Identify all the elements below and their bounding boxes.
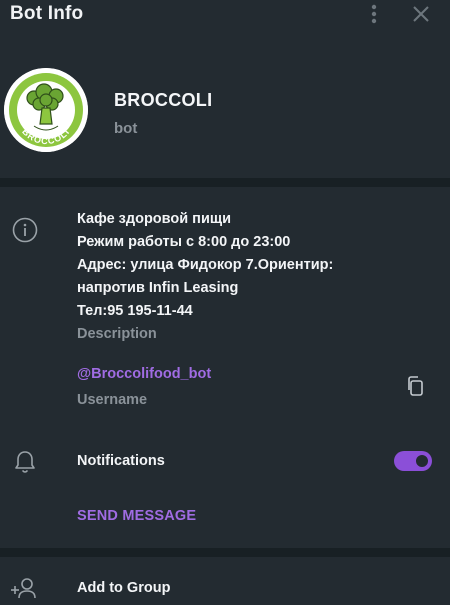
page-title: Bot Info	[10, 3, 84, 24]
section-divider	[0, 178, 450, 187]
info-icon	[12, 217, 38, 243]
username-link[interactable]: @Broccolifood_bot	[77, 366, 211, 382]
vertical-dots-icon[interactable]	[364, 3, 384, 25]
username-label: Username	[77, 392, 148, 408]
bot-type-label: bot	[114, 120, 138, 137]
description-line: Режим работы с 8:00 до 23:00	[77, 234, 291, 250]
profile-section: BROCCOLI BROCCOLI bot	[0, 60, 450, 170]
add-user-icon	[10, 576, 38, 600]
description-line: Адрес: улица Фидокор 7.Ориентир:	[77, 257, 334, 273]
description-line: Тел:95 195-11-44	[77, 303, 193, 319]
copy-icon[interactable]	[405, 375, 427, 397]
description-line: напротив Infin Leasing	[77, 280, 239, 296]
toggle-knob	[414, 453, 430, 469]
bot-description: Кафе здоровой пищи Режим работы с 8:00 д…	[77, 208, 407, 323]
bell-icon	[13, 449, 37, 475]
notifications-toggle[interactable]	[394, 451, 432, 471]
notifications-label: Notifications	[77, 453, 165, 469]
avatar[interactable]: BROCCOLI	[4, 68, 88, 152]
header-bar: Bot Info	[0, 0, 450, 30]
bot-name: BROCCOLI	[114, 90, 213, 110]
close-icon[interactable]	[410, 3, 432, 25]
send-message-button[interactable]: SEND MESSAGE	[77, 508, 196, 524]
description-label: Description	[77, 326, 157, 342]
section-divider	[0, 548, 450, 557]
broccoli-logo-icon: BROCCOLI	[4, 68, 88, 152]
description-line: Кафе здоровой пищи	[77, 211, 232, 227]
